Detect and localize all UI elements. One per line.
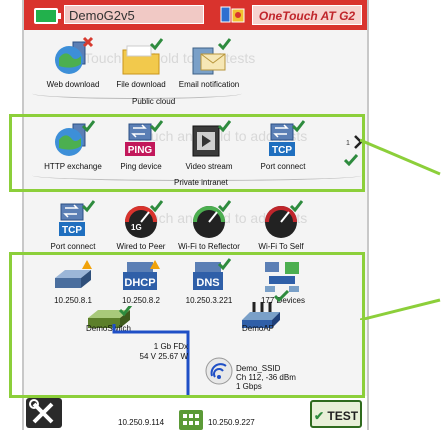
device-name[interactable]: DemoG2v5 <box>64 5 204 24</box>
wifi-to-self-tile[interactable]: Wi-Fi To Self <box>246 198 316 258</box>
test-label: TEST <box>327 409 359 423</box>
home-button[interactable] <box>179 410 203 430</box>
network-callout-box <box>9 252 365 398</box>
tcp-icon: TCP <box>59 200 95 236</box>
grid-icon <box>183 414 199 425</box>
tools-button[interactable] <box>26 398 62 428</box>
tile-label: Wired to Peer <box>116 242 166 251</box>
badge-text: 1G <box>131 223 142 232</box>
tile-label: Wi-Fi To Self <box>258 242 304 251</box>
tools-icon <box>29 399 54 424</box>
badge-text: TCP <box>62 225 82 236</box>
battery-icon <box>34 8 61 24</box>
callout-pointer-lines <box>360 138 441 320</box>
port-connect-perf-tile[interactable]: TCP Port connect <box>38 198 108 258</box>
check-icon: ✔ <box>313 409 325 423</box>
file-download-tile[interactable]: File download <box>106 36 176 96</box>
email-icon <box>192 38 231 75</box>
gauge-icon: 1G <box>125 200 163 238</box>
wifi-to-reflector-tile[interactable]: Wi-Fi to Reflector <box>174 198 244 258</box>
globe-server-icon <box>55 36 94 74</box>
public-cloud-label: Public cloud <box>132 97 176 106</box>
product-name: OneTouch AT G2 <box>252 5 362 25</box>
alert-icon[interactable] <box>220 4 246 26</box>
web-download-tile[interactable]: Web download <box>38 36 108 96</box>
status-bar: DemoG2v5 OneTouch AT G2 <box>24 0 367 30</box>
tile-label: Port connect <box>50 242 96 251</box>
folder-icon <box>122 38 163 75</box>
email-notification-tile[interactable]: Email notification <box>174 36 244 96</box>
tile-label: Wi-Fi to Reflector <box>178 242 240 251</box>
gauge-icon <box>193 200 231 238</box>
wired-to-peer-tile[interactable]: 1G Wired to Peer <box>106 198 176 258</box>
gauge-icon <box>265 200 303 238</box>
wifi-ip: 10.250.9.227 <box>208 418 255 427</box>
wired-ip: 10.250.9.114 <box>118 418 165 427</box>
test-button[interactable]: ✔ TEST <box>310 400 362 428</box>
intranet-callout-box <box>9 114 365 192</box>
